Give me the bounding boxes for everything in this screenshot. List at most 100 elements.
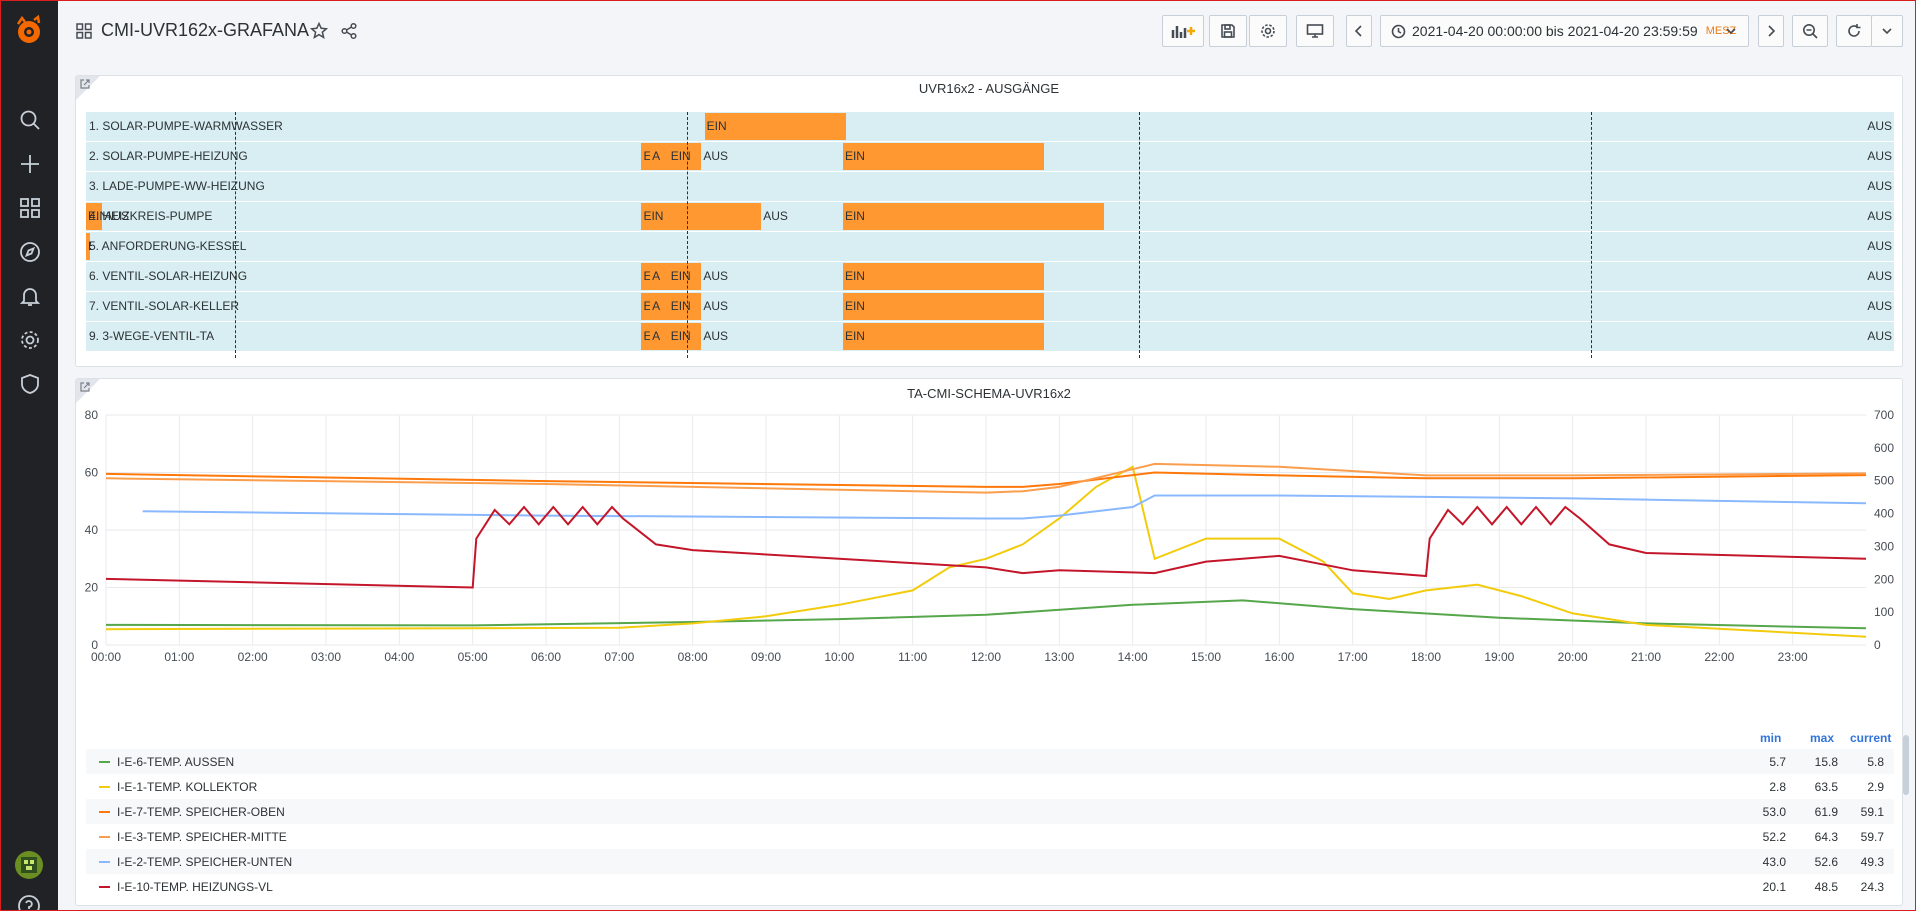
state-segment-on[interactable]: E: [641, 263, 651, 290]
legend-col-current[interactable]: current: [1850, 731, 1891, 745]
timeline-row[interactable]: 6. VENTIL-SOLAR-HEIZUNG E A EIN EIN AUS AUS: [86, 262, 1894, 291]
day-marker-line: [1139, 112, 1140, 358]
state-segment-off-label: AUS: [703, 149, 729, 163]
state-segment-on[interactable]: E: [641, 143, 651, 170]
legend-item[interactable]: I-E-7-TEMP. SPEICHER-OBEN 53.0 61.9 59.1: [86, 799, 1894, 824]
timeline-row-end-state: AUS: [1867, 179, 1892, 193]
state-segment-on[interactable]: EIN: [668, 293, 702, 320]
x-tick-label: 19:00: [1484, 650, 1514, 664]
y-right-tick-label: 500: [1874, 474, 1894, 488]
refresh-interval-dropdown[interactable]: [1871, 15, 1903, 47]
state-segment-on[interactable]: EIN: [842, 293, 1045, 320]
state-segment-on[interactable]: E: [641, 323, 651, 350]
time-shift-forward-button[interactable]: [1758, 15, 1784, 47]
share-icon[interactable]: [340, 22, 358, 45]
timeline-row[interactable]: 2. SOLAR-PUMPE-HEIZUNG E A EIN EIN AUS AUS: [86, 142, 1894, 171]
legend-value-max: 64.3: [1814, 830, 1838, 844]
state-segment-on[interactable]: EIN: [641, 203, 762, 230]
star-icon[interactable]: [309, 21, 329, 45]
user-avatar[interactable]: [15, 851, 43, 879]
alerting-bell-icon[interactable]: [1, 274, 58, 318]
legend-series-name[interactable]: I-E-3-TEMP. SPEICHER-MITTE: [117, 830, 287, 844]
add-panel-button[interactable]: [1162, 15, 1204, 47]
legend-series-name[interactable]: I-E-6-TEMP. AUSSEN: [117, 755, 234, 769]
state-segment-off-label: AUS: [703, 329, 729, 343]
chevron-down-icon: [1882, 28, 1892, 35]
time-shift-back-button[interactable]: [1346, 15, 1372, 47]
panel-title[interactable]: UVR16x2 - AUSGÄNGE: [76, 81, 1902, 96]
legend-item[interactable]: I-E-10-TEMP. HEIZUNGS-VL 20.1 48.5 24.3: [86, 874, 1894, 899]
time-series-chart[interactable]: 020406080010020030040050060070000:00 01:0…: [76, 405, 1904, 705]
time-range-picker[interactable]: 2021-04-20 00:00:00 bis 2021-04-20 23:59…: [1380, 15, 1749, 47]
legend-value-current: 24.3: [1860, 880, 1884, 894]
legend-item[interactable]: I-E-6-TEMP. AUSSEN 5.7 15.8 5.8: [86, 749, 1894, 774]
dashboard-settings-button[interactable]: [1249, 15, 1287, 47]
zoom-out-button[interactable]: [1792, 15, 1828, 47]
legend-item[interactable]: I-E-2-TEMP. SPEICHER-UNTEN 43.0 52.6 49.3: [86, 849, 1894, 874]
search-icon[interactable]: [1, 98, 58, 142]
timeline-row[interactable]: 4. HEIZKREIS-PUMPEEINEINEINAUSAUSAUS: [86, 202, 1894, 231]
x-tick-label: 05:00: [458, 650, 488, 664]
day-marker-line: [687, 112, 688, 358]
state-segment-on[interactable]: EIN: [842, 323, 1045, 350]
state-segment-on[interactable]: EIN: [668, 143, 702, 170]
timeline-row[interactable]: 1. SOLAR-PUMPE-WARMWASSER EIN AUS: [86, 112, 1894, 141]
x-tick-label: 08:00: [678, 650, 708, 664]
legend-item[interactable]: I-E-1-TEMP. KOLLEKTOR 2.8 63.5 2.9: [86, 774, 1894, 799]
x-tick-label: 11:00: [898, 650, 927, 664]
legend-col-max[interactable]: max: [1810, 731, 1834, 745]
settings-gear-icon: [1261, 24, 1275, 38]
explore-compass-icon[interactable]: [1, 230, 58, 274]
dashboards-grid-icon[interactable]: [1, 186, 58, 230]
legend-series-name[interactable]: I-E-7-TEMP. SPEICHER-OBEN: [117, 805, 285, 819]
timeline-row-label: 7. VENTIL-SOLAR-KELLER: [89, 299, 240, 313]
create-plus-icon[interactable]: [1, 142, 58, 186]
legend-value-current: 5.8: [1867, 755, 1884, 769]
tv-mode-button[interactable]: [1296, 15, 1334, 47]
x-tick-label: 22:00: [1704, 650, 1734, 664]
legend-value-current: 59.1: [1860, 805, 1884, 819]
y-right-tick-label: 0: [1874, 638, 1881, 652]
refresh-button[interactable]: [1836, 15, 1872, 47]
legend-scrollbar[interactable]: [1903, 735, 1909, 795]
y-right-tick-label: 600: [1874, 441, 1894, 455]
y-right-tick-label: 300: [1874, 539, 1894, 553]
state-segment-off-label: AUS: [763, 209, 788, 223]
legend-series-name[interactable]: I-E-10-TEMP. HEIZUNGS-VL: [117, 880, 273, 894]
grafana-logo-icon[interactable]: [12, 14, 46, 48]
y-left-tick-label: 20: [85, 581, 99, 595]
state-segment-on[interactable]: A: [650, 263, 669, 290]
panel-title[interactable]: TA-CMI-SCHEMA-UVR16x2: [76, 386, 1902, 401]
state-segment-label: EIN: [844, 269, 865, 283]
zoom-out-icon: [1803, 24, 1818, 39]
help-icon[interactable]: [16, 893, 42, 910]
state-segment-on[interactable]: EIN: [668, 323, 702, 350]
configuration-gear-icon[interactable]: [1, 318, 58, 362]
state-segment-on[interactable]: E: [641, 293, 651, 320]
state-segment-on[interactable]: A: [650, 323, 669, 350]
legend-value-max: 15.8: [1814, 755, 1838, 769]
legend-series-name[interactable]: I-E-2-TEMP. SPEICHER-UNTEN: [117, 855, 292, 869]
timeline-row[interactable]: 5. ANFORDERUNG-KESSELE E E A A A A A A A…: [86, 232, 1894, 261]
legend-item[interactable]: I-E-3-TEMP. SPEICHER-MITTE 52.2 64.3 59.7: [86, 824, 1894, 849]
state-segment-on[interactable]: EIN: [704, 113, 847, 140]
temperatures-panel: TA-CMI-SCHEMA-UVR16x2 0 20 40 60 80 0 100 200 30…: [75, 378, 1903, 906]
state-segment-on[interactable]: EIN: [842, 263, 1045, 290]
legend-col-min[interactable]: min: [1760, 731, 1781, 745]
timeline-row[interactable]: 9. 3-WEGE-VENTIL-TA E A EIN EIN AUS AUS: [86, 322, 1894, 351]
server-admin-shield-icon[interactable]: [1, 362, 58, 406]
timeline-row[interactable]: 7. VENTIL-SOLAR-KELLER E A EIN EIN AUS AUS: [86, 292, 1894, 321]
timeline-row[interactable]: 3. LADE-PUMPE-WW-HEIZUNG AUS: [86, 172, 1894, 201]
save-dashboard-button[interactable]: [1209, 15, 1247, 47]
series-line[interactable]: [142, 494, 1867, 520]
x-tick-label: 20:00: [1558, 650, 1588, 664]
state-segment-on[interactable]: EIN: [842, 203, 1105, 230]
dashboard-title[interactable]: CMI-UVR162x-GRAFANA: [101, 20, 309, 41]
state-segment-on[interactable]: EIN: [668, 263, 702, 290]
x-tick-label: 03:00: [311, 650, 341, 664]
state-segment-on[interactable]: EIN: [842, 143, 1045, 170]
state-segment-on[interactable]: A: [650, 293, 669, 320]
legend-series-name[interactable]: I-E-1-TEMP. KOLLEKTOR: [117, 780, 257, 794]
state-segment-on[interactable]: A: [650, 143, 669, 170]
y-left-tick-label: 60: [85, 466, 99, 480]
